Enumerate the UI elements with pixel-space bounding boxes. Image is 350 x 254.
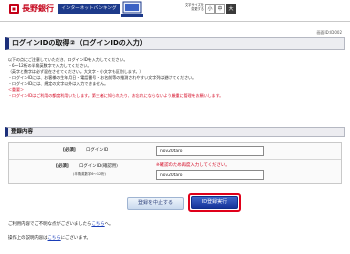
section-title: 登録内容 (11, 129, 34, 135)
font-size-large-button[interactable]: 大 (226, 4, 236, 14)
manual-text-body: 操作上の説明内容は (8, 236, 48, 241)
note-line-3: （英字と数字は必ず混在させてください。大文字・小文字も区別します。） (8, 69, 144, 74)
important-note: ・ログインIDはご利用の都度利用いたします。第三者に知られたり、お忘れにならない… (8, 93, 224, 98)
bank-name[interactable]: 長野銀行 (22, 3, 54, 14)
login-id-input[interactable] (156, 146, 264, 156)
important-heading: ＜重要＞ (8, 87, 24, 92)
manual-text-suffix: にございます。 (60, 236, 91, 241)
section-heading-bar (5, 127, 345, 137)
screen-id: 画面ID:ID002 (316, 30, 342, 35)
note-line-5: ・ログインIDには、規定の文字以外は入力できません。 (8, 81, 109, 86)
note-line-2: ・6～12桁の半角英数字で入力してください。 (8, 63, 92, 68)
cancel-registration-button[interactable]: 登録を中止する (127, 197, 184, 210)
inquiry-text-body: ご利用内容でご不明な点がございましたら (8, 222, 92, 227)
manual-link[interactable]: こちら (48, 236, 61, 241)
required-badge: [必須] (63, 148, 76, 153)
manual-text: 操作上の説明内容はこちらにございます。 (8, 235, 91, 241)
internet-banking-label: インターネットバンキング (58, 4, 120, 14)
page-title: ログインIDの取得②（ログインIDの入力） (12, 39, 147, 47)
required-badge: [必須] (56, 164, 69, 169)
login-id-confirm-input[interactable] (156, 170, 264, 180)
header-divider (0, 21, 350, 22)
inquiry-text: ご利用内容でご不明な点がございましたらこちらへ。 (8, 221, 113, 227)
note-line-4: ・ログインIDには、お客様の生年月日・電話番号・お名前等の推測されやすい文字列は… (8, 75, 197, 80)
note-line-1: 以下の点にご注意していただき、ログインIDを入力してください。 (8, 57, 128, 62)
font-size-small-button[interactable]: 小 (205, 4, 215, 14)
font-size-medium-button[interactable]: 中 (215, 4, 225, 14)
computer-icon (121, 1, 143, 17)
form-row-divider (9, 159, 341, 160)
register-id-button[interactable]: ID登録実行 (191, 196, 238, 209)
bank-logo-icon[interactable] (8, 3, 20, 15)
confirm-note: ※確認のため再度入力してください。 (156, 163, 230, 168)
inquiry-text-suffix: へ。 (104, 222, 114, 227)
inquiry-link[interactable]: こちら (91, 222, 104, 227)
login-id-confirm-label: ログインID(確認用) (79, 164, 118, 169)
font-size-label: 文字サイズを 変更する (184, 3, 204, 12)
login-id-format-hint: (半角英数字6～12桁) (73, 172, 106, 176)
login-id-label: ログインID (86, 148, 109, 153)
